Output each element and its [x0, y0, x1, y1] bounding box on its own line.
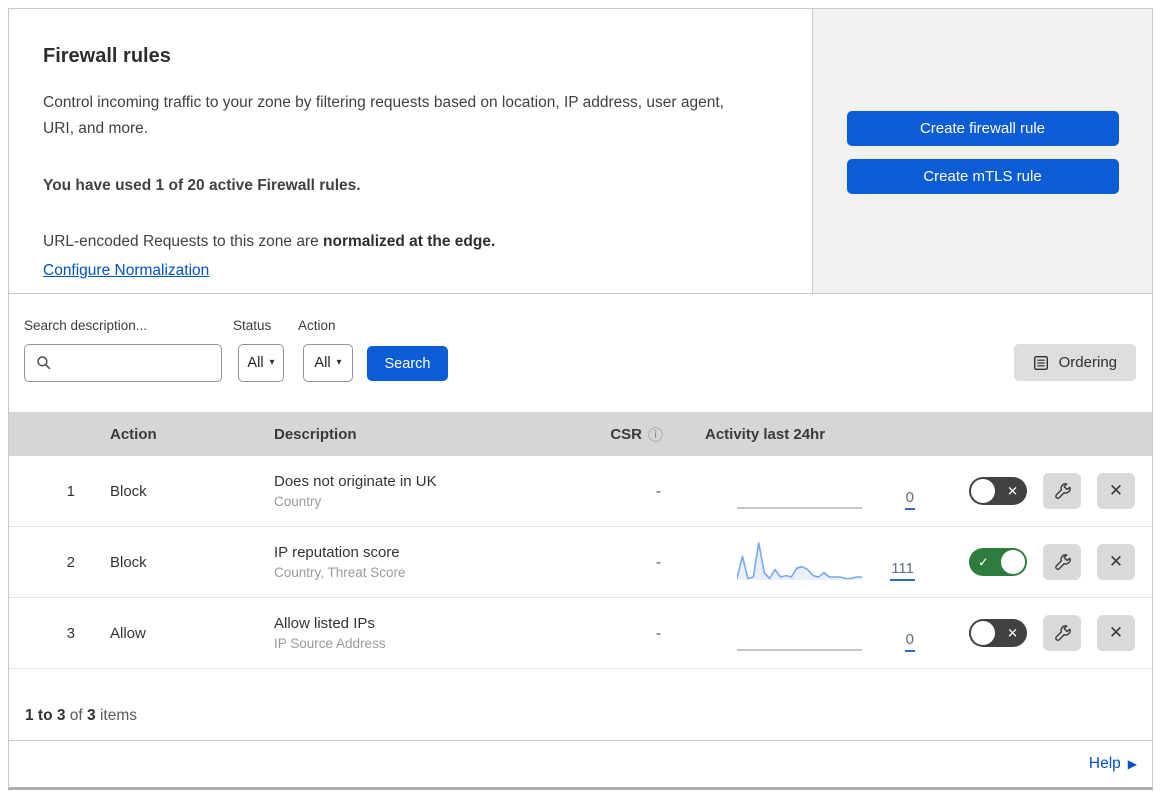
table-row: 3 Allow Allow listed IPs IP Source Addre…	[9, 598, 1152, 669]
search-box	[24, 344, 222, 382]
rule-controls: ✓ ✕	[919, 544, 1152, 580]
edit-rule-button[interactable]	[1043, 473, 1081, 509]
of-text: of	[65, 707, 88, 724]
status-label: Status	[233, 318, 272, 333]
delete-rule-button[interactable]: ✕	[1097, 615, 1135, 651]
rule-action: Block	[110, 482, 147, 500]
action-label: Action	[298, 318, 336, 333]
close-icon: ✕	[1108, 623, 1124, 642]
toggle-x-icon: ✕	[1007, 625, 1018, 641]
rule-enabled-toggle[interactable]: ✕	[969, 619, 1027, 647]
rule-priority: 2	[66, 553, 75, 571]
edit-rule-button[interactable]	[1043, 544, 1081, 580]
rule-activity-cell: 111	[669, 527, 919, 597]
toggle-knob	[1001, 550, 1025, 574]
create-firewall-rule-button[interactable]: Create firewall rule	[846, 111, 1119, 146]
rule-controls: ✕ ✕	[919, 473, 1152, 509]
action-header: Action	[110, 425, 157, 443]
ordering-button-label: Ordering	[1058, 354, 1117, 371]
activity-count-link[interactable]: 111	[890, 561, 915, 581]
rule-description: IP reputation score	[274, 544, 400, 561]
rule-csr: -	[656, 624, 661, 642]
activity-count-link[interactable]: 0	[904, 632, 915, 652]
search-icon	[37, 356, 51, 370]
total-count: 3	[87, 707, 96, 724]
top-section: Firewall rules Control incoming traffic …	[9, 9, 1152, 294]
status-select-value: All	[247, 355, 264, 371]
close-icon: ✕	[1108, 481, 1124, 500]
page-description: Control incoming traffic to your zone by…	[43, 94, 724, 137]
intro-card: Firewall rules Control incoming traffic …	[9, 9, 813, 293]
activity-header: Activity last 24hr	[705, 425, 826, 443]
rule-priority: 3	[66, 624, 75, 642]
toggle-knob	[971, 479, 995, 503]
firewall-rules-panel: Firewall rules Control incoming traffic …	[8, 8, 1153, 790]
wrench-icon	[1054, 553, 1071, 570]
normalization-note: URL-encoded Requests to this zone are no…	[43, 229, 755, 255]
rule-controls: ✕ ✕	[919, 615, 1152, 651]
activity-sparkline-chart	[737, 542, 862, 580]
normalization-text: URL-encoded Requests to this zone are	[43, 232, 324, 250]
table-row: 1 Block Does not originate in UK Country…	[9, 456, 1152, 527]
usage-summary: You have used 1 of 20 active Firewall ru…	[43, 177, 361, 195]
actions-panel: Create firewall rule Create mTLS rule	[813, 9, 1152, 293]
status-select[interactable]: All ▾	[238, 344, 284, 382]
rule-description: Allow listed IPs	[274, 615, 375, 632]
items-text: items	[95, 707, 137, 724]
normalization-bold: normalized at the edge.	[323, 232, 496, 250]
table-header: Action Description CSR ⓘ Activity last 2…	[9, 412, 1152, 456]
search-label: Search description...	[24, 318, 148, 333]
help-link-label: Help	[1088, 755, 1121, 772]
wrench-icon	[1054, 624, 1071, 641]
action-select-value: All	[314, 355, 331, 371]
pagination-summary: 1 to 3 of 3 items	[9, 669, 1152, 741]
help-link[interactable]: Help ▶	[1089, 755, 1137, 773]
filter-bar: Search description... Status Action All …	[9, 294, 1152, 412]
check-icon: ✓	[978, 554, 989, 570]
ordering-button[interactable]: Ordering	[1013, 344, 1136, 381]
edit-rule-button[interactable]	[1043, 615, 1081, 651]
toggle-x-icon: ✕	[1007, 483, 1018, 499]
page-title: Firewall rules	[43, 45, 171, 67]
rule-activity-cell: 0	[669, 598, 919, 668]
rule-csr: -	[656, 482, 661, 500]
close-icon: ✕	[1108, 552, 1124, 571]
rule-description: Does not originate in UK	[274, 473, 437, 490]
rule-action: Allow	[110, 624, 146, 642]
csr-header: CSR ⓘ	[584, 424, 669, 445]
search-input[interactable]	[52, 345, 221, 381]
arrow-right-icon: ▶	[1127, 757, 1137, 771]
rule-fields: Country, Threat Score	[274, 565, 406, 580]
rule-csr: -	[656, 553, 661, 571]
wrench-icon	[1054, 482, 1071, 499]
chevron-down-icon: ▾	[269, 357, 275, 368]
create-mtls-rule-button[interactable]: Create mTLS rule	[846, 159, 1119, 194]
rule-priority: 1	[66, 482, 75, 500]
toggle-knob	[971, 621, 995, 645]
activity-flat-sparkline	[737, 507, 862, 509]
rule-fields: Country	[274, 494, 322, 509]
rule-action: Block	[110, 553, 147, 571]
rule-enabled-toggle[interactable]: ✓	[969, 548, 1027, 576]
activity-flat-sparkline	[737, 649, 862, 651]
configure-normalization-link[interactable]: Configure Normalization	[43, 262, 209, 279]
help-bar: Help ▶	[9, 741, 1152, 787]
delete-rule-button[interactable]: ✕	[1097, 544, 1135, 580]
rule-enabled-toggle[interactable]: ✕	[969, 477, 1027, 505]
action-select[interactable]: All ▾	[303, 344, 353, 382]
activity-count-link[interactable]: 0	[904, 490, 915, 510]
delete-rule-button[interactable]: ✕	[1097, 473, 1135, 509]
rule-activity-cell: 0	[669, 456, 919, 526]
chevron-down-icon: ▾	[336, 357, 342, 368]
search-button[interactable]: Search	[367, 346, 448, 381]
range-text: 1 to 3	[25, 707, 66, 724]
info-icon[interactable]: ⓘ	[648, 424, 663, 445]
table-row: 2 Block IP reputation score Country, Thr…	[9, 527, 1152, 598]
description-header: Description	[274, 425, 357, 443]
rule-fields: IP Source Address	[274, 636, 386, 651]
ordering-list-icon	[1033, 355, 1048, 370]
csr-header-label: CSR	[610, 425, 642, 443]
